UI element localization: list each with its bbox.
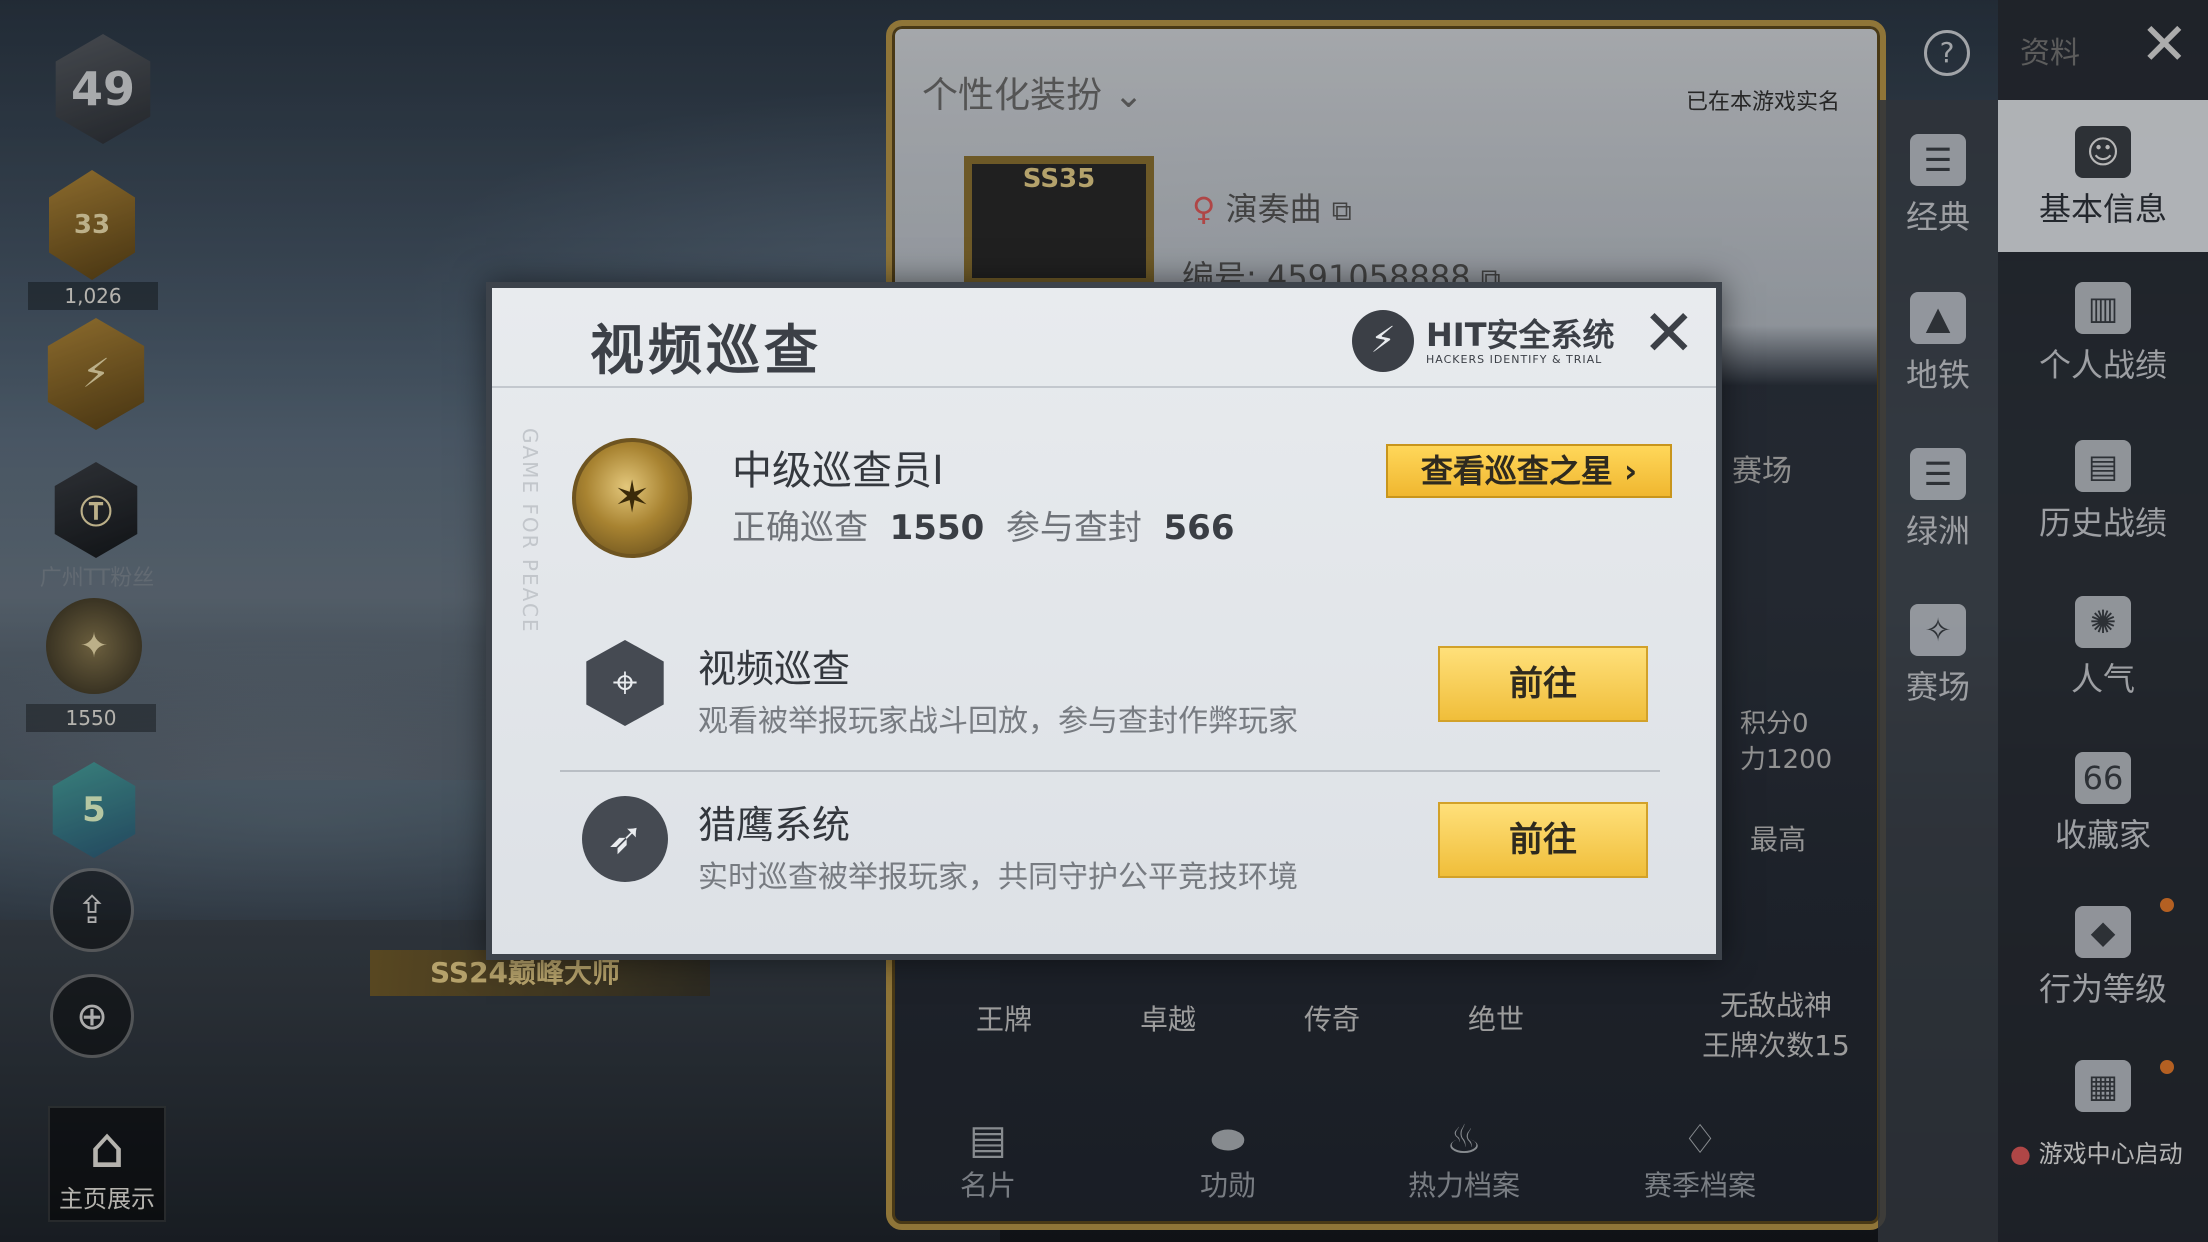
patrol-rank-badge: ✶ bbox=[572, 438, 692, 558]
patrol-rank-title: 中级巡查员I bbox=[732, 448, 944, 494]
close-icon: ✕ bbox=[1642, 297, 1696, 371]
stats-label-correct: 正确巡查 bbox=[732, 508, 868, 548]
modal-close-button[interactable]: ✕ bbox=[1642, 302, 1696, 366]
hit-logo-icon: ⚡ bbox=[1352, 310, 1414, 372]
crosshair-icon: ⌖ bbox=[586, 640, 664, 726]
video-patrol-desc: 观看被举报玩家战斗回放，参与查封作弊玩家 bbox=[698, 704, 1298, 739]
falcon-system-row: ➶ 猎鹰系统 实时巡查被举报玩家，共同守护公平竞技环境 前往 bbox=[552, 766, 1662, 916]
video-patrol-modal: 视频巡查 ⚡ HIT安全系统 HACKERS IDENTIFY & TRIAL … bbox=[486, 282, 1722, 960]
view-patrol-star-button[interactable]: 查看巡查之星 › bbox=[1386, 444, 1672, 498]
stats-value-ban: 566 bbox=[1163, 508, 1235, 548]
hit-logo-subtitle: HACKERS IDENTIFY & TRIAL bbox=[1426, 352, 1603, 366]
patrol-stats: 正确巡查 1550 参与查封 566 bbox=[732, 500, 1235, 549]
stats-value-correct: 1550 bbox=[889, 508, 985, 548]
video-patrol-go-button[interactable]: 前往 bbox=[1438, 646, 1648, 722]
eagle-icon: ➶ bbox=[582, 796, 668, 882]
video-patrol-title: 视频巡查 bbox=[698, 647, 851, 691]
patrol-emblem-icon: ✶ bbox=[613, 472, 651, 523]
modal-title: 视频巡查 bbox=[590, 319, 822, 382]
falcon-system-go-button[interactable]: 前往 bbox=[1438, 802, 1648, 878]
modal-header: 视频巡查 ⚡ HIT安全系统 HACKERS IDENTIFY & TRIAL … bbox=[492, 288, 1716, 388]
watermark: GAME FOR PEACE bbox=[518, 428, 542, 634]
falcon-system-title: 猎鹰系统 bbox=[698, 803, 851, 847]
hit-logo: ⚡ HIT安全系统 HACKERS IDENTIFY & TRIAL bbox=[1352, 310, 1615, 372]
video-patrol-row: ⌖ 视频巡查 观看被举报玩家战斗回放，参与查封作弊玩家 前往 bbox=[552, 610, 1662, 760]
stats-label-ban: 参与查封 bbox=[1005, 508, 1142, 548]
hit-logo-title: HIT安全系统 bbox=[1426, 315, 1615, 354]
falcon-system-desc: 实时巡查被举报玩家，共同守护公平竞技环境 bbox=[698, 860, 1298, 895]
